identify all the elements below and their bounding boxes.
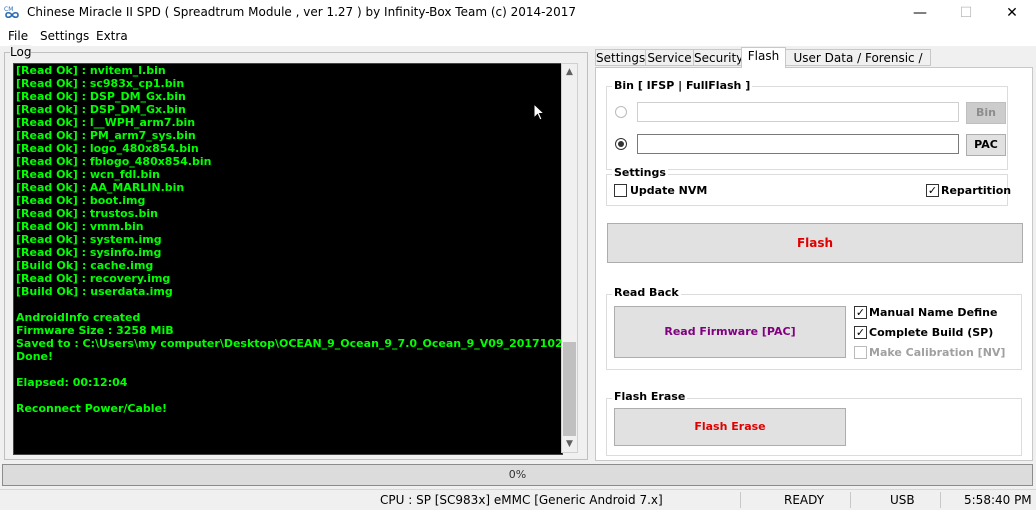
close-button[interactable]: ✕	[989, 0, 1035, 26]
tab-security[interactable]: Security	[693, 49, 743, 66]
log-line: [Read Ok] : logo_480x854.bin	[16, 142, 199, 155]
log-line: Saved to : C:\Users\my computer\Desktop\…	[16, 337, 563, 350]
manual-name-define-checkbox[interactable]: ✓	[854, 306, 867, 319]
log-scrollbar[interactable]: ▲ ▼	[561, 63, 578, 453]
make-calibration-label: Make Calibration [NV]	[869, 346, 1006, 359]
tab-settings[interactable]: Settings	[595, 49, 646, 66]
log-line: [Read Ok] : AA_MARLIN.bin	[16, 181, 185, 194]
status-separator	[940, 492, 941, 508]
update-nvm-checkbox[interactable]	[614, 184, 627, 197]
log-line: [Read Ok] : vmm.bin	[16, 220, 144, 233]
menu-file[interactable]: File	[8, 29, 28, 43]
pac-file-input[interactable]	[637, 134, 959, 154]
tab-flash[interactable]: Flash	[741, 47, 786, 68]
log-line: Done!	[16, 350, 53, 363]
log-line: [Read Ok] : recovery.img	[16, 272, 171, 285]
repartition-label: Repartition	[941, 184, 1012, 197]
flash-erase-group-label: Flash Erase	[612, 390, 688, 403]
status-time: 5:58:40 PM	[964, 493, 1032, 507]
infinity-app-icon: CM	[4, 6, 19, 19]
flash-erase-button[interactable]: Flash Erase	[614, 408, 846, 446]
log-line: [Read Ok] : sc983x_cp1.bin	[16, 77, 185, 90]
log-line: AndroidInfo created	[16, 311, 141, 324]
log-line: [Read Ok] : nvitem_l.bin	[16, 64, 166, 77]
complete-build-label: Complete Build (SP)	[869, 326, 994, 339]
menu-bar: File Settings Extra	[0, 26, 1036, 46]
minimize-button[interactable]: —	[897, 0, 943, 26]
log-line: [Read Ok] : DSP_DM_Gx.bin	[16, 103, 186, 116]
flash-tab-panel: Bin [ IFSP | FullFlash ] Bin PAC Setting…	[595, 67, 1033, 461]
bin-file-input[interactable]	[637, 102, 959, 122]
make-calibration-checkbox[interactable]	[854, 346, 867, 359]
status-connection: USB	[890, 493, 915, 507]
status-bar: CPU : SP [SC983x] eMMC [Generic Android …	[0, 489, 1036, 510]
read-back-group-label: Read Back	[612, 286, 681, 299]
bin-group	[606, 86, 1008, 170]
status-cpu: CPU : SP [SC983x] eMMC [Generic Android …	[380, 493, 663, 507]
window-title: Chinese Miracle II SPD ( Spreadtrum Modu…	[27, 5, 577, 19]
scroll-down-arrow-icon[interactable]: ▼	[562, 436, 577, 452]
log-line: [Read Ok] : wcn_fdl.bin	[16, 168, 160, 181]
svg-text:CM: CM	[4, 6, 13, 13]
bin-radio[interactable]	[615, 106, 627, 118]
scroll-up-arrow-icon[interactable]: ▲	[562, 64, 577, 80]
bin-browse-button[interactable]: Bin	[966, 102, 1006, 124]
pac-radio[interactable]	[615, 138, 627, 150]
tab-service[interactable]: Service	[645, 49, 694, 66]
update-nvm-label: Update NVM	[630, 184, 708, 197]
log-line: [Build Ok] : userdata.img	[16, 285, 173, 298]
tab-user-data-forensic-other[interactable]: User Data / Forensic / Other	[785, 49, 931, 82]
settings-group-label: Settings	[612, 166, 668, 179]
log-line: [Build Ok] : cache.img	[16, 259, 154, 272]
log-line: [Read Ok] : l__WPH_arm7.bin	[16, 116, 196, 129]
menu-settings[interactable]: Settings	[40, 29, 89, 43]
mouse-pointer-icon	[533, 103, 545, 121]
log-line: Reconnect Power/Cable!	[16, 402, 168, 415]
flash-button[interactable]: Flash	[607, 223, 1023, 263]
maximize-button[interactable]: ☐	[943, 0, 989, 26]
pac-browse-button[interactable]: PAC	[966, 134, 1006, 156]
log-console[interactable]: [Read Ok] : nvitem_l.bin [Read Ok] : sc98…	[13, 63, 563, 455]
scroll-thumb[interactable]	[563, 342, 576, 436]
log-line: Elapsed: 00:12:04	[16, 376, 128, 389]
log-line: [Read Ok] : boot.img	[16, 194, 146, 207]
read-firmware-button[interactable]: Read Firmware [PAC]	[614, 306, 846, 358]
log-line: [Read Ok] : system.img	[16, 233, 162, 246]
progress-bar: 0%	[2, 464, 1033, 486]
log-line: Firmware Size : 3258 MiB	[16, 324, 174, 337]
status-state: READY	[784, 493, 825, 507]
repartition-checkbox[interactable]: ✓	[926, 184, 939, 197]
manual-name-define-label: Manual Name Define	[869, 306, 998, 319]
complete-build-checkbox[interactable]: ✓	[854, 326, 867, 339]
log-line: [Read Ok] : fblogo_480x854.bin	[16, 155, 212, 168]
status-separator	[850, 492, 851, 508]
bin-group-label: Bin [ IFSP | FullFlash ]	[612, 79, 753, 92]
log-line: [Read Ok] : PM_arm7_sys.bin	[16, 129, 196, 142]
status-separator	[740, 492, 741, 508]
log-line: [Read Ok] : DSP_DM_Gx.bin	[16, 90, 186, 103]
log-line: [Read Ok] : sysinfo.img	[16, 246, 162, 259]
log-label: Log	[10, 45, 32, 59]
log-line: [Read Ok] : trustos.bin	[16, 207, 158, 220]
title-bar: CM Chinese Miracle II SPD ( Spreadtrum M…	[0, 0, 1036, 26]
menu-extra[interactable]: Extra	[96, 29, 128, 43]
